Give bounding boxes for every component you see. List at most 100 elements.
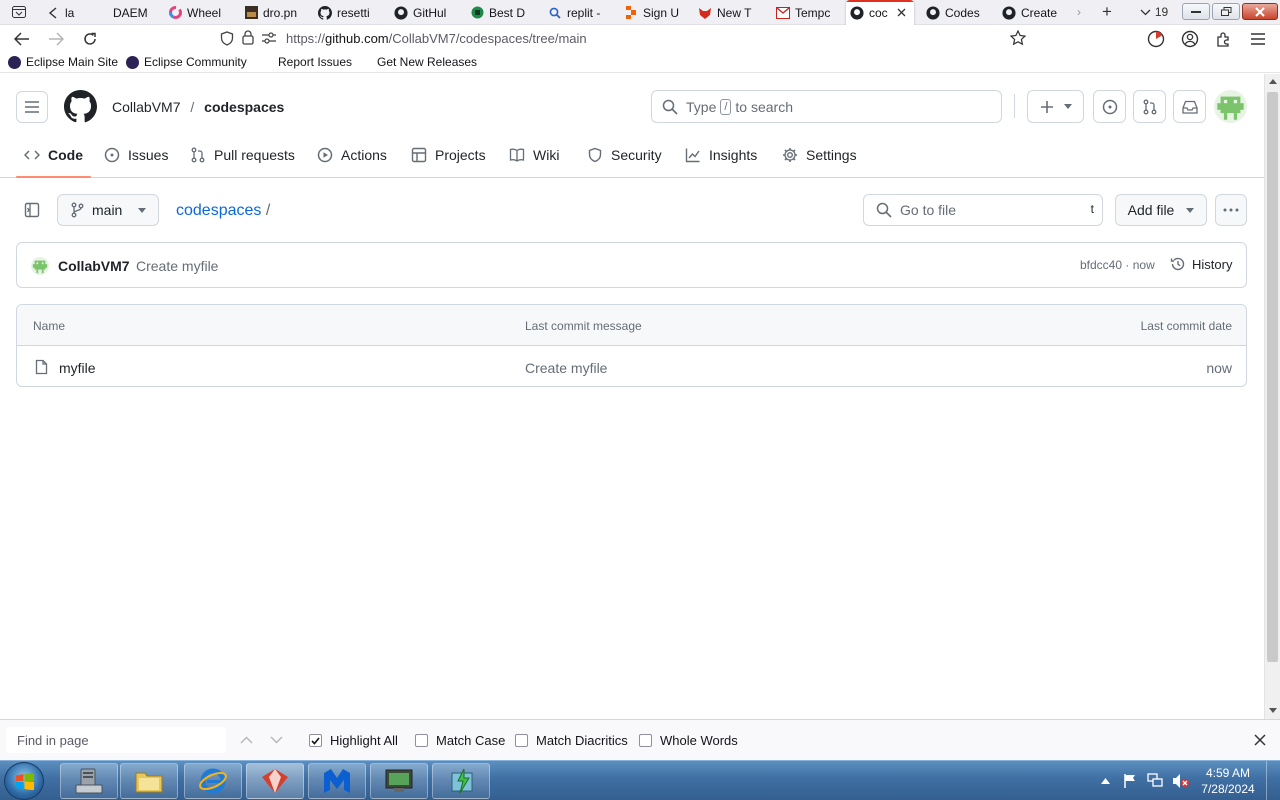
tab-settings[interactable]: Settings [782, 132, 857, 178]
extensions-icon[interactable] [1214, 29, 1234, 49]
breadcrumb-repo-link[interactable]: codespaces [176, 202, 261, 219]
taskbar-app[interactable] [184, 763, 242, 799]
permissions-icon[interactable] [262, 32, 276, 44]
shield-icon[interactable] [220, 31, 234, 46]
match-diacritics-checkbox[interactable]: Match Diacritics [515, 733, 628, 748]
url-text[interactable]: https://github.com/CollabVM7/codespaces/… [286, 31, 587, 46]
browser-tab[interactable]: New T [698, 0, 760, 25]
find-previous-icon[interactable] [240, 736, 253, 744]
tab-insights[interactable]: Insights [685, 132, 757, 178]
show-hidden-icons[interactable] [1101, 778, 1110, 784]
checkbox-unchecked[interactable] [415, 734, 428, 747]
network-icon[interactable] [1147, 773, 1163, 788]
find-next-icon[interactable] [270, 736, 283, 744]
start-button[interactable] [4, 762, 44, 800]
taskbar-app[interactable] [120, 763, 178, 799]
browser-tab[interactable]: GitHul [394, 0, 456, 25]
commit-sha-link[interactable]: bfdcc40 [1080, 258, 1122, 272]
tab-list-icon[interactable] [8, 3, 30, 21]
taskbar-app[interactable] [308, 763, 366, 799]
tab-code[interactable]: Code [16, 132, 91, 178]
url-bar[interactable]: https://github.com/CollabVM7/codespaces/… [216, 27, 1036, 50]
new-tab-icon[interactable]: + [1098, 2, 1116, 21]
pocket-timer-icon[interactable] [1146, 29, 1166, 49]
close-window-button[interactable] [1242, 3, 1278, 20]
checkbox-checked[interactable] [309, 734, 322, 747]
match-case-checkbox[interactable]: Match Case [415, 733, 505, 748]
history-button[interactable]: History [1170, 256, 1232, 272]
commit-author-link[interactable]: CollabVM7 [58, 258, 130, 274]
global-search-input[interactable]: Type / to search [651, 90, 1002, 123]
scroll-up-icon[interactable] [1269, 79, 1277, 84]
pull-requests-button[interactable] [1133, 90, 1166, 123]
browser-tab[interactable]: replit - [548, 0, 610, 25]
browser-tab[interactable]: DAEM [94, 0, 154, 25]
tab-issues[interactable]: Issues [104, 132, 168, 178]
tab-overflow-button[interactable]: 19 [1134, 3, 1174, 21]
tab-actions[interactable]: Actions [317, 132, 387, 178]
add-file-button[interactable]: Add file [1115, 194, 1207, 226]
bookmark-item[interactable]: Report Issues [278, 55, 352, 69]
tab-security[interactable]: Security [587, 132, 662, 178]
volume-muted-icon[interactable] [1172, 773, 1190, 789]
bookmark-star-icon[interactable] [1010, 30, 1026, 46]
browser-tab-active[interactable]: coc [846, 0, 914, 25]
owner-link[interactable]: CollabVM7 [112, 99, 180, 115]
back-arrow-icon[interactable] [12, 29, 32, 49]
inbox-button[interactable] [1173, 90, 1206, 123]
minimize-window-button[interactable] [1182, 3, 1210, 20]
whole-words-checkbox[interactable]: Whole Words [639, 733, 738, 748]
page-scrollbar[interactable] [1264, 74, 1280, 719]
commit-message-link[interactable]: Create myfile [136, 258, 218, 274]
browser-tab[interactable]: la [46, 0, 82, 25]
browser-tab[interactable]: Best D [470, 0, 530, 25]
find-input[interactable]: Find in page [6, 727, 226, 753]
branch-selector[interactable]: main [57, 194, 159, 226]
browser-tab[interactable]: Wheel [168, 0, 232, 25]
table-row[interactable]: myfile Create myfile now [17, 346, 1246, 386]
account-icon[interactable] [1180, 29, 1200, 49]
browser-tab[interactable]: Codes [926, 0, 992, 25]
close-tab-icon[interactable] [897, 8, 906, 17]
reload-icon[interactable] [80, 29, 100, 49]
show-desktop-button[interactable] [1266, 761, 1280, 800]
avatar[interactable] [31, 257, 49, 275]
scrollbar-thumb[interactable] [1267, 92, 1278, 662]
bookmark-item[interactable]: Get New Releases [377, 55, 477, 69]
clock[interactable]: 4:59 AM 7/28/2024 [1196, 765, 1260, 797]
scroll-down-icon[interactable] [1269, 708, 1277, 713]
taskbar-app[interactable] [60, 763, 118, 799]
bookmark-item[interactable]: Eclipse Community [126, 55, 247, 69]
more-options-button[interactable] [1215, 194, 1247, 226]
highlight-all-checkbox[interactable]: Highlight All [309, 733, 398, 748]
browser-tab[interactable]: Sign U [624, 0, 684, 25]
checkbox-unchecked[interactable] [515, 734, 528, 747]
taskbar-app-active[interactable] [246, 763, 304, 799]
github-logo-icon[interactable] [64, 90, 97, 123]
browser-tab[interactable]: Tempc [776, 0, 836, 25]
close-find-bar-icon[interactable] [1254, 734, 1266, 746]
tab-wiki[interactable]: Wiki [509, 132, 559, 178]
tab-pull-requests[interactable]: Pull requests [190, 132, 295, 178]
sidebar-toggle-icon[interactable] [16, 194, 48, 226]
menu-hamburger-icon[interactable] [1248, 29, 1268, 49]
tab-projects[interactable]: Projects [411, 132, 486, 178]
file-name-link[interactable]: myfile [59, 360, 96, 376]
browser-tab[interactable]: Create [1002, 0, 1070, 25]
forward-arrow-icon[interactable] [46, 29, 66, 49]
repo-link[interactable]: codespaces [204, 99, 284, 115]
file-commit-message-link[interactable]: Create myfile [525, 360, 607, 376]
scroll-tabs-right-icon[interactable]: › [1072, 3, 1086, 21]
taskbar-app[interactable] [432, 763, 490, 799]
browser-tab[interactable]: dro.pn [244, 0, 308, 25]
create-new-button[interactable] [1027, 90, 1084, 123]
browser-tab[interactable]: resetti [318, 0, 380, 25]
menu-hamburger-icon[interactable] [16, 91, 48, 123]
lock-icon[interactable] [242, 30, 254, 45]
action-center-flag-icon[interactable] [1123, 773, 1137, 789]
restore-window-button[interactable] [1212, 3, 1240, 20]
avatar[interactable] [1214, 90, 1247, 123]
issues-button[interactable] [1093, 90, 1126, 123]
taskbar-app[interactable] [370, 763, 428, 799]
bookmark-item[interactable]: Eclipse Main Site [8, 55, 118, 69]
